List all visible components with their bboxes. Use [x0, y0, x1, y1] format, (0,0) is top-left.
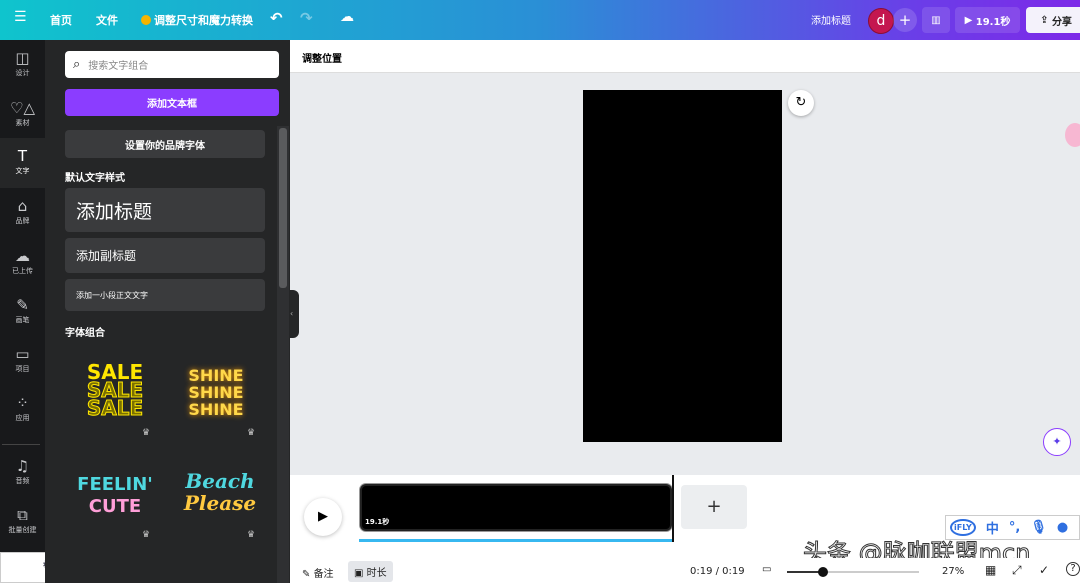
folder-icon: ▭: [15, 345, 30, 363]
zoom-slider-thumb[interactable]: [817, 567, 828, 577]
resize-button[interactable]: 调整尺寸和魔力转换: [154, 12, 253, 28]
text-panel: ⌕ 搜索文字组合 添加文本框 设置你的品牌字体 默认文字样式 添加标题 添加副标…: [45, 40, 290, 583]
position-button[interactable]: 调整位置: [302, 50, 342, 65]
avatar[interactable]: d: [868, 8, 894, 34]
file-menu[interactable]: 文件: [96, 12, 118, 28]
side-helper-icon[interactable]: [1065, 123, 1080, 147]
rail-item-draw[interactable]: ✎ 画笔: [0, 287, 45, 337]
audio-track-bar: [359, 539, 672, 542]
design-page[interactable]: [583, 90, 782, 442]
search-icon: ⌕: [73, 57, 81, 72]
top-bar: ☰ 首页 文件 调整尺寸和魔力转换 ↶ ↷ ☁ 添加标题 d + ▥ ▶ 19.…: [0, 0, 1080, 40]
time-readout: 0:19 / 0:19: [690, 566, 745, 577]
rail-item-bulk-create[interactable]: ⧉ 批量创建: [0, 497, 45, 547]
crown-icon: ♛: [247, 428, 256, 438]
zoom-slider[interactable]: [787, 567, 919, 577]
rail-item-audio[interactable]: ♫ 音频: [0, 448, 45, 498]
share-icon: ⇪: [1040, 14, 1052, 26]
insights-icon[interactable]: ▥: [922, 7, 950, 33]
rail-item-text[interactable]: T 文字: [0, 138, 45, 188]
share-button[interactable]: ⇪ 分享: [1026, 7, 1080, 33]
cloud-saved-icon[interactable]: ☁: [340, 9, 354, 25]
timeline-clip[interactable]: 19.1秒: [360, 484, 672, 531]
crown-icon: ♛: [142, 428, 151, 438]
pen-icon: ✎: [16, 296, 29, 314]
shapes-icon: ♡△: [10, 99, 35, 117]
user-icon[interactable]: ●: [1057, 520, 1068, 535]
search-input[interactable]: ⌕ 搜索文字组合: [65, 51, 279, 78]
undo-icon[interactable]: ↶: [270, 9, 283, 27]
help-icon[interactable]: ?: [1066, 562, 1080, 576]
redo-icon[interactable]: ↷: [300, 9, 313, 27]
bottom-bar: ✎ 备注 ▣ 时长 0:19 / 0:19 ▭ 27% ▦ ⤢ ✓ ?: [290, 558, 1080, 583]
page-view-icon[interactable]: ▭: [762, 564, 771, 575]
section-default-styles: 默认文字样式: [65, 173, 125, 184]
refresh-icon[interactable]: ↻: [788, 90, 814, 116]
canvas-header: 调整位置: [290, 40, 1080, 73]
layout-icon: ◫: [15, 49, 30, 67]
rail-item-elements[interactable]: ♡△ 素材: [0, 90, 45, 140]
rail-item-brand[interactable]: ⌂ 品牌: [0, 188, 45, 238]
upload-cloud-icon: ☁: [15, 247, 30, 265]
bulk-create-icon: ⧉: [17, 506, 28, 524]
add-subheading-button[interactable]: 添加副标题: [65, 238, 265, 273]
add-heading-button[interactable]: 添加标题: [65, 188, 265, 232]
play-icon: ▶: [964, 14, 976, 26]
brand-icon: ⌂: [17, 197, 28, 215]
music-icon: ♫: [15, 457, 30, 475]
notes-icon: ✎: [302, 569, 314, 580]
combo-feelin-cute[interactable]: FEELIN' CUTE: [75, 474, 155, 518]
hamburger-icon[interactable]: ☰: [14, 9, 27, 25]
playhead[interactable]: [672, 475, 674, 542]
fullscreen-icon[interactable]: ⤢: [1012, 563, 1022, 578]
add-title-input[interactable]: 添加标题: [811, 12, 851, 27]
rail-item-projects[interactable]: ▭ 项目: [0, 336, 45, 386]
add-page-button[interactable]: +: [681, 485, 747, 529]
rail-item-design[interactable]: ◫ 设计: [0, 40, 45, 90]
check-icon[interactable]: ✓: [1039, 563, 1049, 577]
notes-button[interactable]: ✎ 备注: [302, 565, 334, 580]
rail-item-uploads[interactable]: ☁ 已上传: [0, 238, 45, 288]
home-link[interactable]: 首页: [50, 12, 72, 28]
apps-grid-icon: ⁘: [16, 394, 29, 412]
duration-icon: ▣: [354, 568, 367, 579]
grid-view-icon[interactable]: ▦: [985, 563, 996, 577]
add-textbox-button[interactable]: 添加文本框: [65, 89, 279, 116]
collapse-panel-handle[interactable]: ‹: [290, 290, 299, 338]
combo-sale[interactable]: SALE SALE SALE: [75, 362, 155, 419]
rail-item-apps[interactable]: ⁘ 应用: [0, 385, 45, 435]
combo-beach-please[interactable]: Beach Please: [180, 470, 260, 514]
invite-button[interactable]: +: [893, 8, 917, 32]
text-icon: T: [17, 147, 28, 165]
crown-icon: ♛: [142, 530, 151, 540]
section-font-combos: 字体组合: [65, 328, 105, 339]
panel-scrollbar[interactable]: [277, 126, 289, 583]
side-rail: ◫ 设计 ♡△ 素材 T 文字 ⌂ 品牌 ☁ 已上传 ✎ 画笔 ▭ 项目 ⁘ 应用 ♫ 音频 ⧉ 批…: [0, 40, 45, 552]
rail-divider: [2, 444, 40, 445]
scrollbar-thumb[interactable]: [279, 128, 287, 288]
play-button[interactable]: ▶ 19.1秒: [955, 7, 1020, 33]
brand-fonts-button[interactable]: 设置你的品牌字体: [65, 130, 265, 158]
magic-icon[interactable]: ✦: [1043, 428, 1071, 456]
add-body-text-button[interactable]: 添加一小段正文文字: [65, 279, 265, 311]
crown-icon: ♛: [247, 530, 256, 540]
timeline-play-button[interactable]: ▶: [304, 498, 342, 536]
crown-icon: [141, 15, 151, 25]
zoom-level[interactable]: 27%: [942, 566, 964, 577]
duration-button[interactable]: ▣ 时长: [348, 561, 393, 582]
microphone-icon[interactable]: 🎙: [1030, 520, 1047, 535]
combo-shine[interactable]: SHINE SHINE SHINE: [180, 367, 252, 418]
